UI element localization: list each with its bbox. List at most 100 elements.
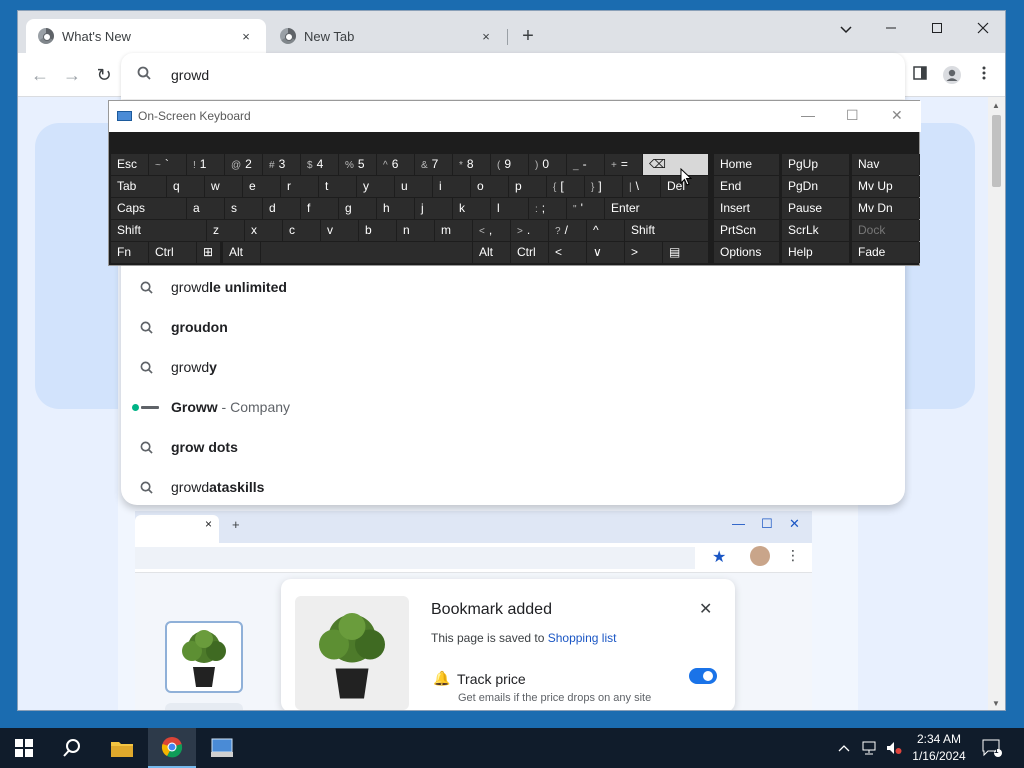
osk-key[interactable]: w — [205, 176, 243, 197]
osk-key[interactable]: _ - — [567, 154, 605, 175]
osk-key[interactable]: o — [471, 176, 509, 197]
new-tab-button[interactable]: + — [516, 25, 540, 47]
osk-key[interactable]: a — [187, 198, 225, 219]
osk-key[interactable]: " ' — [567, 198, 605, 219]
osk-key[interactable]: l — [491, 198, 529, 219]
osk-key[interactable]: Shift — [111, 220, 207, 241]
osk-key[interactable]: & 7 — [415, 154, 453, 175]
osk-nav-key[interactable]: Fade — [852, 242, 920, 263]
osk-key[interactable]: ⌫ — [643, 154, 709, 175]
osk-key[interactable]: c — [283, 220, 321, 241]
osk-key[interactable]: :; — [529, 198, 567, 219]
osk-key[interactable]: u — [395, 176, 433, 197]
side-panel-icon[interactable] — [909, 65, 931, 87]
osk-nav-key[interactable]: Options — [714, 242, 780, 263]
scroll-up-icon[interactable]: ▲ — [992, 101, 1000, 110]
osk-key[interactable]: r — [281, 176, 319, 197]
osk-key[interactable]: Caps — [111, 198, 187, 219]
osk-minimize-button[interactable]: — — [801, 107, 815, 123]
osk-key[interactable]: Shift — [625, 220, 709, 241]
close-window-button[interactable] — [965, 17, 1001, 43]
osk-key[interactable]: + = — [605, 154, 643, 175]
suggestion-item[interactable]: Groww - Company — [121, 387, 905, 427]
osk-key[interactable]: f — [301, 198, 339, 219]
osk-key[interactable]: z — [207, 220, 245, 241]
osk-nav-key[interactable]: PgUp — [782, 154, 850, 175]
osk-nav-key[interactable]: Pause — [782, 198, 850, 219]
osk-key[interactable]: * 8 — [453, 154, 491, 175]
show-hidden-icons[interactable] — [838, 728, 850, 768]
taskbar-chrome-icon[interactable] — [148, 728, 196, 768]
osk-key[interactable]: Tab — [111, 176, 167, 197]
osk-nav-key[interactable]: Mv Up — [852, 176, 920, 197]
osk-nav-key[interactable]: Nav — [852, 154, 920, 175]
osk-key[interactable]: i — [433, 176, 471, 197]
osk-key[interactable]: ~ ` — [149, 154, 187, 175]
tab-close-icon[interactable]: × — [238, 29, 254, 44]
tab-whats-new[interactable]: What's New × — [26, 19, 266, 53]
taskbar-search-icon[interactable] — [48, 728, 96, 768]
osk-key[interactable]: ∨ — [587, 242, 625, 263]
osk-key[interactable]: > — [625, 242, 663, 263]
osk-close-button[interactable]: ✕ — [891, 107, 903, 124]
osk-key[interactable]: < — [549, 242, 587, 263]
osk-nav-key[interactable]: End — [714, 176, 780, 197]
osk-key[interactable]: }] — [585, 176, 623, 197]
osk-key[interactable]: ^ — [587, 220, 625, 241]
osk-key[interactable]: m — [435, 220, 473, 241]
more-menu-icon[interactable] — [973, 65, 995, 87]
osk-nav-key[interactable]: ScrLk — [782, 220, 850, 241]
osk-key[interactable]: e — [243, 176, 281, 197]
osk-key[interactable]: ⊞ — [197, 242, 221, 263]
scrollbar-thumb[interactable] — [992, 115, 1001, 187]
osk-key[interactable]: s — [225, 198, 263, 219]
osk-key[interactable]: Enter — [605, 198, 709, 219]
osk-key[interactable]: j — [415, 198, 453, 219]
osk-key[interactable]: % 5 — [339, 154, 377, 175]
suggestion-item[interactable]: growdy — [121, 347, 905, 387]
osk-key[interactable]: ! 1 — [187, 154, 225, 175]
page-scrollbar[interactable]: ▲ ▼ — [988, 97, 1005, 710]
osk-nav-key[interactable]: PrtScn — [714, 220, 780, 241]
osk-key[interactable]: x — [245, 220, 283, 241]
suggestion-item[interactable]: grow dots — [121, 427, 905, 467]
osk-key[interactable]: ) 0 — [529, 154, 567, 175]
osk-key[interactable]: y — [357, 176, 395, 197]
osk-key[interactable]: ▤ — [663, 242, 709, 263]
osk-key[interactable] — [261, 242, 473, 263]
osk-key[interactable]: Ctrl — [149, 242, 197, 263]
omnibox[interactable]: growd — [121, 53, 905, 99]
suggestion-item[interactable]: groudon — [121, 307, 905, 347]
maximize-button[interactable] — [919, 17, 955, 43]
osk-key[interactable]: Alt — [223, 242, 261, 263]
osk-key[interactable]: $4 — [301, 154, 339, 175]
osk-key[interactable]: q — [167, 176, 205, 197]
forward-button[interactable]: → — [60, 63, 84, 87]
osk-nav-key[interactable]: Dock — [852, 220, 920, 241]
tab-new-tab[interactable]: New Tab × — [268, 19, 506, 53]
suggestion-item[interactable]: growdataskills — [121, 467, 905, 507]
network-icon[interactable] — [862, 728, 880, 768]
osk-key[interactable]: v — [321, 220, 359, 241]
osk-key[interactable]: Ctrl — [511, 242, 549, 263]
osk-key[interactable]: Fn — [111, 242, 149, 263]
osk-nav-key[interactable]: Insert — [714, 198, 780, 219]
scroll-down-icon[interactable]: ▼ — [992, 699, 1000, 708]
osk-key[interactable]: {[ — [547, 176, 585, 197]
action-center-icon[interactable]: 1 — [982, 728, 1002, 768]
osk-key[interactable]: h — [377, 198, 415, 219]
osk-key[interactable]: Alt — [473, 242, 511, 263]
osk-key[interactable]: ? / — [549, 220, 587, 241]
tab-close-icon[interactable]: × — [478, 29, 494, 44]
system-clock[interactable]: 2:34 AM 1/16/2024 — [908, 731, 970, 765]
osk-nav-key[interactable]: Home — [714, 154, 780, 175]
volume-muted-icon[interactable] — [886, 728, 902, 768]
suggestion-item[interactable]: growdle unlimited — [121, 267, 905, 307]
osk-key[interactable]: (9 — [491, 154, 529, 175]
osk-key[interactable]: >. — [511, 220, 549, 241]
osk-nav-key[interactable]: Mv Dn — [852, 198, 920, 219]
file-explorer-icon[interactable] — [98, 728, 146, 768]
osk-key[interactable]: b — [359, 220, 397, 241]
start-button[interactable] — [0, 728, 48, 768]
back-button[interactable]: ← — [28, 63, 52, 87]
